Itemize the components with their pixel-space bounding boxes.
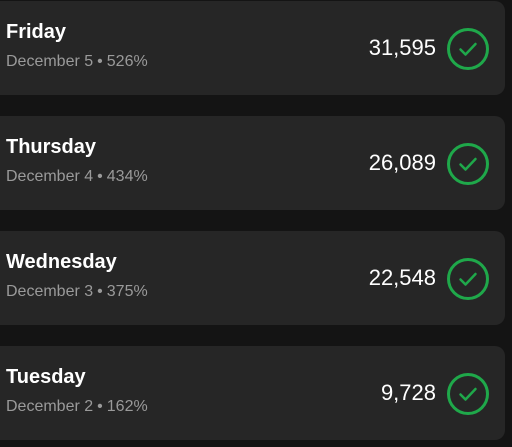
check-circle-icon (446, 27, 490, 71)
day-list: Friday December 5 • 526% 31,595 Thursday D… (0, 0, 512, 447)
day-name: Tuesday (6, 366, 86, 388)
day-subtitle: December 2 • 162% (6, 399, 148, 415)
separator-dot: • (97, 168, 103, 185)
day-card-friday[interactable]: Friday December 5 • 526% 31,595 (0, 1, 505, 95)
step-count: 22,548 (368, 265, 436, 290)
day-card-wednesday[interactable]: Wednesday December 3 • 375% 22,548 (0, 231, 505, 325)
check-circle-icon (446, 142, 490, 186)
check-circle-icon (446, 257, 490, 301)
day-subtitle: December 4 • 434% (6, 169, 148, 185)
day-name: Thursday (6, 136, 97, 158)
day-name: Friday (6, 21, 67, 43)
day-date: December 3 (6, 283, 94, 300)
goal-percent: 526% (106, 53, 148, 70)
goal-percent: 375% (106, 283, 148, 300)
day-date: December 5 (6, 53, 94, 70)
step-count: 26,089 (368, 150, 436, 175)
step-count: 9,728 (380, 380, 436, 405)
check-circle-icon (446, 372, 490, 416)
separator-dot: • (97, 53, 103, 70)
step-count: 31,595 (368, 35, 436, 60)
day-date: December 2 (6, 398, 94, 415)
goal-percent: 434% (106, 168, 148, 185)
separator-dot: • (97, 283, 103, 300)
goal-percent: 162% (106, 398, 148, 415)
day-subtitle: December 3 • 375% (6, 284, 148, 300)
separator-dot: • (97, 398, 103, 415)
day-subtitle: December 5 • 526% (6, 54, 148, 70)
day-name: Wednesday (6, 251, 117, 273)
day-date: December 4 (6, 168, 94, 185)
day-card-tuesday[interactable]: Tuesday December 2 • 162% 9,728 (0, 346, 505, 440)
day-card-thursday[interactable]: Thursday December 4 • 434% 26,089 (0, 116, 505, 210)
